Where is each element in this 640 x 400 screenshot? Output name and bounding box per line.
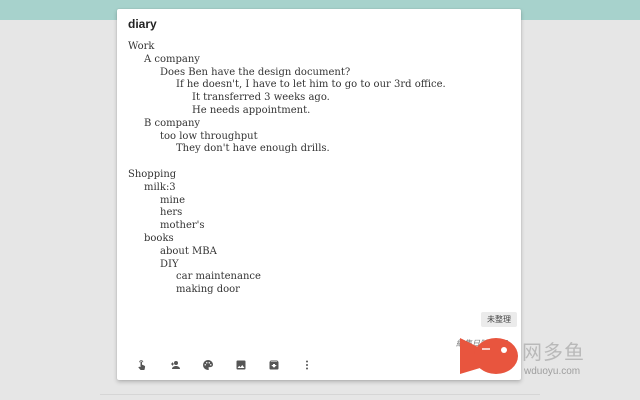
note-line[interactable]: If he doesn't, I have to let him to go t… [128, 79, 446, 92]
note-line[interactable]: DIY [128, 259, 446, 272]
note-line[interactable]: It transferred 3 weeks ago. [128, 92, 446, 105]
collaborator-icon[interactable] [158, 357, 191, 373]
watermark-url: wduoyu.com [524, 366, 581, 377]
watermark: 网多鱼 wduoyu.com [458, 330, 618, 386]
note-line[interactable]: about MBA [128, 246, 446, 259]
note-line[interactable]: car maintenance [128, 271, 446, 284]
remind-icon[interactable] [125, 357, 158, 373]
archive-icon[interactable] [257, 357, 290, 373]
note-line[interactable]: milk:3 [128, 182, 446, 195]
note-body[interactable]: Work A company Does Ben have the design do… [128, 41, 446, 297]
divider [100, 394, 540, 395]
note-line[interactable]: mother's [128, 220, 446, 233]
note-line[interactable]: Shopping [128, 169, 446, 182]
note-line[interactable]: They don't have enough drills. [128, 143, 446, 156]
note-line[interactable]: hers [128, 207, 446, 220]
note-line[interactable]: too low throughput [128, 131, 446, 144]
note-toolbar [125, 357, 323, 373]
note-line[interactable]: mine [128, 195, 446, 208]
note-line[interactable]: B company [128, 118, 446, 131]
label-chip[interactable]: 未整理 [481, 312, 517, 327]
palette-icon[interactable] [191, 357, 224, 373]
note-title[interactable]: diary [128, 17, 157, 31]
note-line[interactable]: He needs appointment. [128, 105, 446, 118]
note-line[interactable]: Does Ben have the design document? [128, 67, 446, 80]
image-icon[interactable] [224, 357, 257, 373]
note-line[interactable]: Work [128, 41, 446, 54]
blank-line[interactable] [128, 156, 446, 169]
more-icon[interactable] [290, 357, 323, 373]
note-line[interactable]: A company [128, 54, 446, 67]
watermark-text: 网多鱼 [522, 340, 585, 364]
note-line[interactable]: books [128, 233, 446, 246]
note-card[interactable]: diary Work A company Does Ben have the des… [117, 9, 521, 380]
note-line[interactable]: making door [128, 284, 446, 297]
fish-logo-icon [460, 338, 518, 374]
